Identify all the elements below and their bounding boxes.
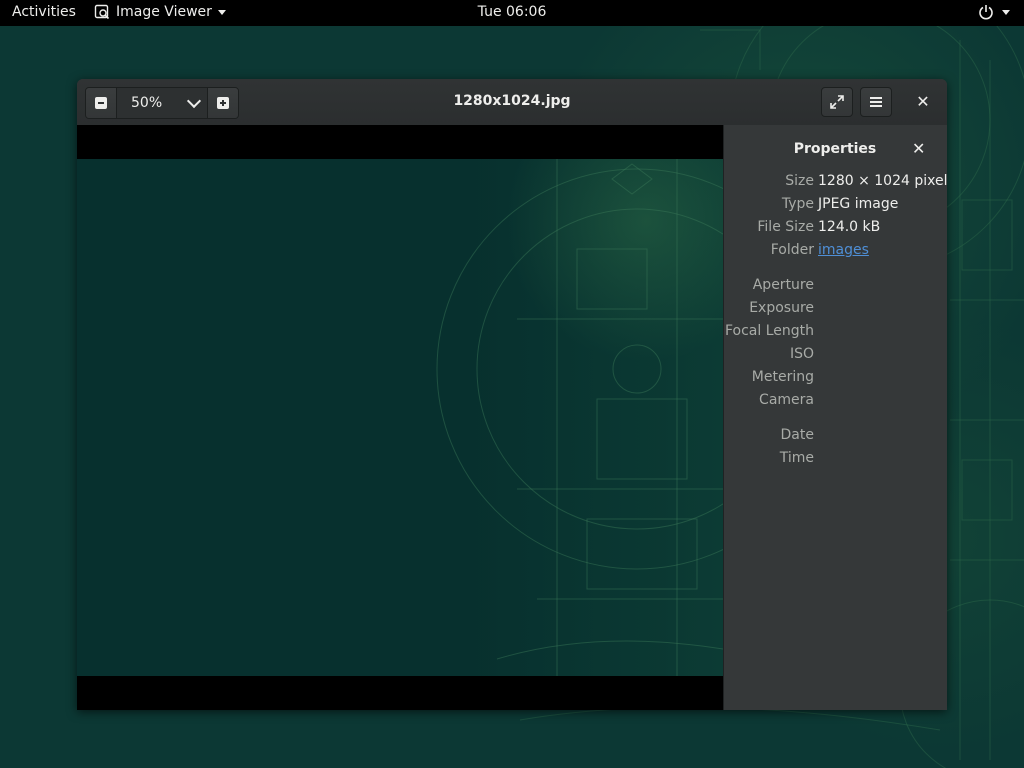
zoom-in-icon xyxy=(217,97,229,109)
property-value: 1280 × 1024 pixels xyxy=(818,173,947,189)
zoom-out-button[interactable] xyxy=(86,88,117,118)
property-label: Metering xyxy=(751,369,814,385)
zoom-out-icon xyxy=(95,97,107,109)
property-label: File Size xyxy=(757,219,814,235)
zoom-controls: 50% xyxy=(85,87,239,119)
app-menu-label: Image Viewer xyxy=(116,4,212,20)
close-window-button[interactable]: ✕ xyxy=(907,87,939,117)
zoom-in-button[interactable] xyxy=(207,88,238,118)
clock[interactable]: Tue 06:06 xyxy=(478,4,547,20)
power-icon xyxy=(979,5,993,20)
header-bar: 50% 1280x1024.jpg ✕ xyxy=(77,79,947,126)
property-label: Exposure xyxy=(749,300,814,316)
fullscreen-icon xyxy=(830,95,844,109)
property-label: Focal Length xyxy=(724,323,814,339)
property-label: ISO xyxy=(789,346,814,362)
fullscreen-button[interactable] xyxy=(821,87,853,117)
image-viewer-icon xyxy=(94,4,110,20)
property-row-metering: Metering xyxy=(724,369,947,389)
app-menu[interactable]: Image Viewer xyxy=(94,4,226,20)
property-row-aperture: Aperture xyxy=(724,277,947,297)
property-value: 124.0 kB xyxy=(818,219,881,235)
property-label: Time xyxy=(779,450,814,466)
property-row-type: Type JPEG image xyxy=(724,196,947,216)
property-row-file-size: File Size 124.0 kB xyxy=(724,219,947,239)
property-row-camera: Camera xyxy=(724,392,947,412)
activities-button[interactable]: Activities xyxy=(12,4,76,20)
properties-panel: Properties ✕ Size 1280 × 1024 pixels Typ… xyxy=(723,125,947,710)
property-row-date: Date xyxy=(724,427,947,447)
hamburger-menu-icon xyxy=(870,97,882,107)
property-row-folder: Folder images xyxy=(724,242,947,262)
menu-button[interactable] xyxy=(860,87,892,117)
zoom-level-dropdown[interactable]: 50% xyxy=(117,88,207,118)
close-icon: ✕ xyxy=(912,139,926,158)
property-row-time: Time xyxy=(724,450,947,470)
folder-link[interactable]: images xyxy=(818,242,869,258)
property-row-iso: ISO xyxy=(724,346,947,366)
chevron-down-icon xyxy=(1002,9,1010,15)
property-row-size: Size 1280 × 1024 pixels xyxy=(724,173,947,193)
property-row-focal-length: Focal Length xyxy=(724,323,947,343)
property-label: Aperture xyxy=(752,277,814,293)
chevron-down-icon xyxy=(186,93,202,108)
property-label: Type xyxy=(781,196,814,212)
close-icon: ✕ xyxy=(916,92,930,111)
property-value: JPEG image xyxy=(818,196,899,212)
image-viewer-window: 50% 1280x1024.jpg ✕ Properties ✕ Size 12… xyxy=(77,79,947,710)
property-label: Size xyxy=(785,173,814,189)
close-properties-button[interactable]: ✕ xyxy=(912,139,925,158)
system-menu[interactable] xyxy=(978,4,1010,20)
top-bar: Activities Image Viewer Tue 06:06 xyxy=(0,0,1024,26)
image-canvas[interactable] xyxy=(77,125,723,710)
property-label: Folder xyxy=(770,242,814,258)
property-label: Camera xyxy=(759,392,814,408)
activities-label: Activities xyxy=(12,4,76,20)
image-blueprint-pattern xyxy=(436,159,723,676)
chevron-down-icon xyxy=(217,9,226,15)
property-row-exposure: Exposure xyxy=(724,300,947,320)
displayed-image xyxy=(77,159,723,676)
property-label: Date xyxy=(780,427,814,443)
zoom-level-value: 50% xyxy=(131,95,163,111)
